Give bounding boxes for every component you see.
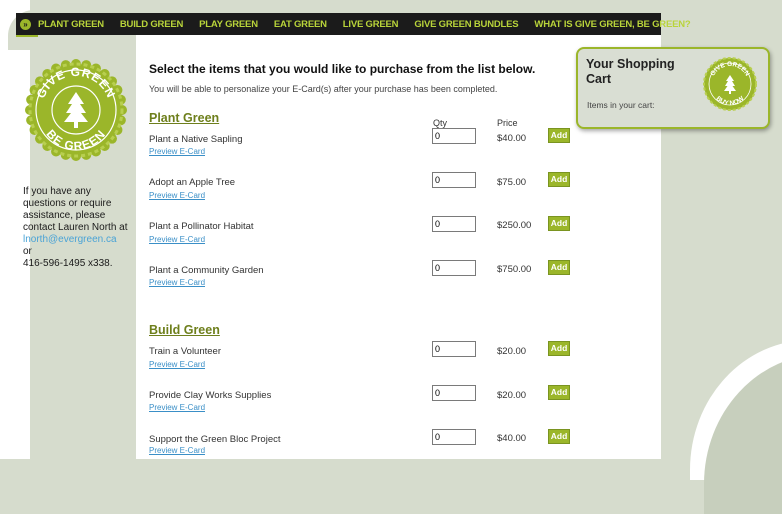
preview-ecard-link[interactable]: Preview E-Card	[149, 403, 205, 412]
item-name: Plant a Pollinator Habitat	[149, 221, 254, 232]
nav-give-green-bundles[interactable]: GIVE GREEN BUNDLES	[414, 19, 518, 30]
home-icon[interactable]: »	[20, 14, 31, 34]
nav-build-green[interactable]: BUILD GREEN	[120, 19, 183, 30]
item-price: $20.00	[497, 346, 527, 357]
preview-ecard-link[interactable]: Preview E-Card	[149, 446, 205, 455]
contact-text: If you have any questions or require ass…	[23, 186, 128, 233]
preview-ecard-link[interactable]: Preview E-Card	[149, 235, 205, 244]
add-button[interactable]: Add	[548, 260, 570, 275]
item-price: $40.00	[497, 133, 527, 144]
item-price: $250.00	[497, 220, 532, 231]
preview-ecard-link[interactable]: Preview E-Card	[149, 278, 205, 287]
nav-active-indicator	[16, 35, 38, 37]
quantity-input[interactable]	[432, 216, 476, 232]
shopping-cart-panel: Your Shopping Cart Items in your cart: G…	[576, 47, 770, 129]
contact-info: If you have any questions or require ass…	[23, 186, 135, 270]
cart-title: Your Shopping Cart	[586, 57, 675, 86]
contact-email-link[interactable]: lnorth@evergreen.ca	[23, 234, 117, 245]
nav-eat-green[interactable]: EAT GREEN	[274, 19, 327, 30]
qty-column-header: Qty	[433, 118, 448, 128]
item-name: Plant a Community Garden	[149, 265, 264, 276]
add-button[interactable]: Add	[548, 429, 570, 444]
item-price: $75.00	[497, 177, 527, 188]
item-price: $40.00	[497, 433, 527, 444]
cart-items-label: Items in your cart:	[587, 100, 655, 110]
add-button[interactable]: Add	[548, 341, 570, 356]
add-button[interactable]: Add	[548, 172, 570, 187]
quantity-input[interactable]	[432, 172, 476, 188]
nav-what-is-give-green[interactable]: WHAT IS GIVE GREEN, BE GREEN?	[534, 19, 690, 30]
page-heading: Select the items that you would like to …	[149, 62, 536, 76]
contact-or: or	[23, 246, 32, 257]
nav-play-green[interactable]: PLAY GREEN	[199, 19, 258, 30]
preview-ecard-link[interactable]: Preview E-Card	[149, 147, 205, 156]
section-title-plant-green[interactable]: Plant Green	[149, 111, 219, 125]
add-button[interactable]: Add	[548, 216, 570, 231]
item-name: Provide Clay Works Supplies	[149, 390, 272, 401]
section-title-build-green[interactable]: Build Green	[149, 323, 220, 337]
buy-now-badge[interactable]: GIVE GREEN BUY NOW	[702, 56, 758, 112]
contact-phone: 416-596-1495 x338.	[23, 258, 113, 269]
quantity-input[interactable]	[432, 128, 476, 144]
item-name: Adopt an Apple Tree	[149, 177, 236, 188]
add-button[interactable]: Add	[548, 385, 570, 400]
quantity-input[interactable]	[432, 385, 476, 401]
quantity-input[interactable]	[432, 341, 476, 357]
preview-ecard-link[interactable]: Preview E-Card	[149, 191, 205, 200]
item-price: $20.00	[497, 390, 527, 401]
top-navigation: » PLANT GREEN BUILD GREEN PLAY GREEN EAT…	[16, 13, 691, 35]
page-subheading: You will be able to personalize your E-C…	[149, 84, 498, 94]
item-name: Plant a Native Sapling	[149, 134, 243, 145]
preview-ecard-link[interactable]: Preview E-Card	[149, 360, 205, 369]
item-name: Support the Green Bloc Project	[149, 434, 281, 445]
add-button[interactable]: Add	[548, 128, 570, 143]
quantity-input[interactable]	[432, 429, 476, 445]
nav-plant-green[interactable]: PLANT GREEN	[38, 19, 104, 30]
price-column-header: Price	[497, 118, 518, 128]
give-green-logo: GIVE GREEN BE GREEN	[25, 59, 127, 161]
quantity-input[interactable]	[432, 260, 476, 276]
nav-live-green[interactable]: LIVE GREEN	[343, 19, 399, 30]
frame-decoration-right	[690, 340, 782, 514]
item-name: Train a Volunteer	[149, 346, 221, 357]
item-price: $750.00	[497, 264, 532, 275]
